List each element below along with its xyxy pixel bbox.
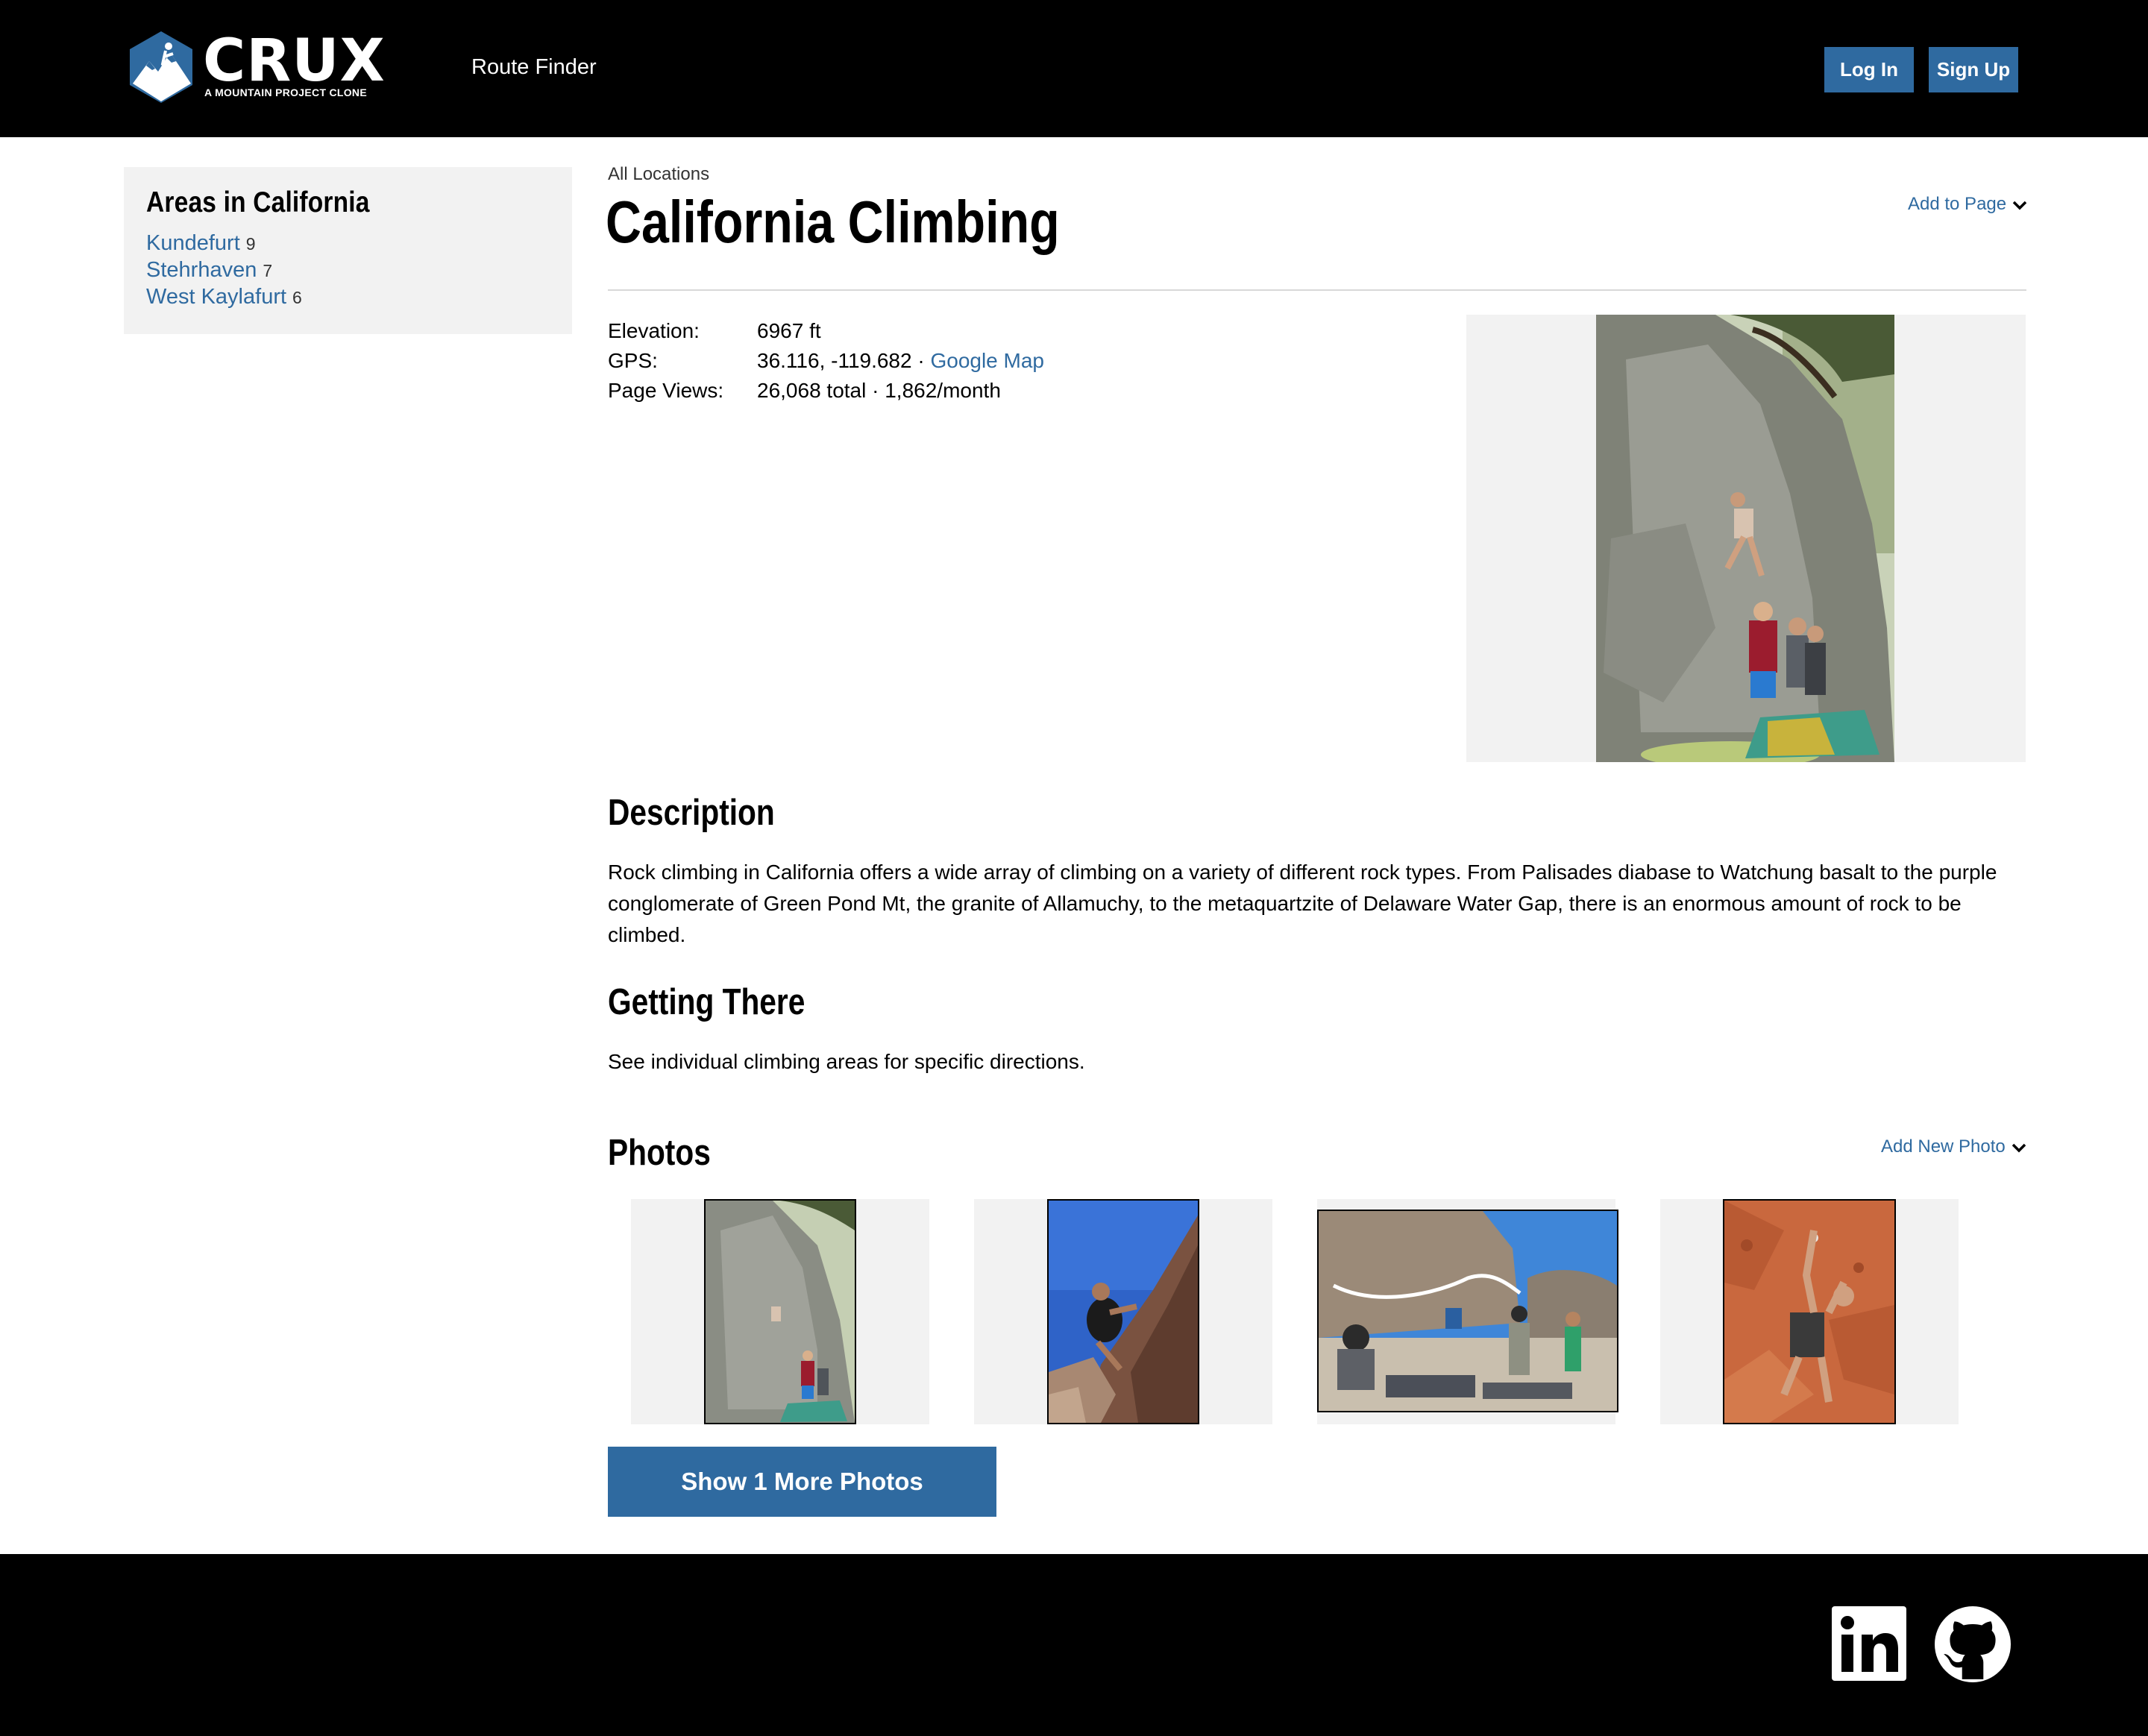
photos-heading: Photos bbox=[608, 1133, 711, 1173]
photo-thumbnail[interactable] bbox=[1047, 1199, 1199, 1424]
area-list-item: West Kaylafurt 6 bbox=[146, 283, 550, 310]
area-route-count: 7 bbox=[263, 261, 273, 280]
github-icon[interactable] bbox=[1935, 1606, 2011, 1682]
area-link-west-kaylafurt[interactable]: West Kaylafurt bbox=[146, 285, 286, 309]
signup-button[interactable]: Sign Up bbox=[1929, 47, 2018, 92]
photo-thumbnail-frame bbox=[1660, 1199, 1959, 1424]
logo-wordmark: CRUX bbox=[203, 28, 386, 95]
page-views-value: 26,068 total · 1,862/month bbox=[757, 379, 1001, 402]
gps-label: GPS: bbox=[608, 349, 658, 372]
gps-row: GPS: 36.116, -119.682 · Google Map bbox=[608, 346, 1044, 376]
boulder-climbers-thumbnail bbox=[706, 1201, 855, 1423]
hero-photo[interactable] bbox=[1596, 315, 1894, 762]
hero-photo-frame bbox=[1466, 315, 2026, 762]
climber-blue-sky-thumbnail bbox=[1049, 1201, 1198, 1423]
page-views-label: Page Views: bbox=[608, 379, 724, 402]
chevron-down-icon bbox=[2012, 201, 2027, 210]
sidebar-title: Areas in California bbox=[146, 186, 370, 218]
description-text: Rock climbing in California offers a wid… bbox=[608, 861, 1997, 946]
add-new-photo-label: Add New Photo bbox=[1881, 1136, 2006, 1157]
logo-tagline: A MOUNTAIN PROJECT CLONE bbox=[204, 87, 367, 98]
description-heading: Description bbox=[608, 793, 775, 833]
photo-thumbnail[interactable] bbox=[1723, 1199, 1896, 1424]
route-finder-link[interactable]: Route Finder bbox=[471, 55, 597, 80]
areas-sidebar: Areas in California Kundefurt 9 Stehrhave… bbox=[124, 167, 572, 334]
elevation-label: Elevation: bbox=[608, 319, 700, 342]
mountain-hexagon-icon bbox=[130, 31, 192, 103]
page-views-row: Page Views: 26,068 total · 1,862/month bbox=[608, 376, 1044, 406]
login-button[interactable]: Log In bbox=[1824, 47, 1914, 92]
photo-thumbnail-frame bbox=[1317, 1199, 1618, 1424]
area-list-item: Stehrhaven 7 bbox=[146, 257, 550, 283]
area-route-count: 9 bbox=[245, 234, 256, 254]
add-to-page-label: Add to Page bbox=[1908, 194, 2007, 214]
page-title: California Climbing bbox=[606, 189, 1060, 255]
chevron-down-icon bbox=[2012, 1143, 2026, 1153]
bouldering-group-thumbnail bbox=[1319, 1211, 1617, 1411]
footer bbox=[0, 1554, 2148, 1736]
area-link-kundefurt[interactable]: Kundefurt bbox=[146, 231, 240, 255]
elevation-value: 6967 ft bbox=[757, 319, 821, 342]
breadcrumb-all-locations[interactable]: All Locations bbox=[608, 164, 709, 185]
area-link-stehrhaven[interactable]: Stehrhaven bbox=[146, 258, 257, 282]
getting-there-text: See individual climbing areas for specif… bbox=[608, 1050, 1085, 1073]
photo-thumbnail-frame bbox=[974, 1199, 1272, 1424]
getting-there-heading: Getting There bbox=[608, 982, 806, 1022]
elevation-row: Elevation: 6967 ft bbox=[608, 316, 1044, 346]
area-route-count: 6 bbox=[292, 288, 302, 307]
gps-value: 36.116, -119.682 · bbox=[757, 349, 931, 372]
photo-thumbnail[interactable] bbox=[1317, 1210, 1618, 1412]
area-list-item: Kundefurt 9 bbox=[146, 230, 550, 257]
photo-thumbnail[interactable] bbox=[704, 1199, 856, 1424]
red-rock-climber-thumbnail bbox=[1724, 1201, 1894, 1423]
top-navbar: CRUX A MOUNTAIN PROJECT CLONE Route Find… bbox=[0, 0, 2148, 137]
add-to-page-dropdown[interactable]: Add to Page bbox=[1908, 194, 2027, 215]
photo-thumbnail-frame bbox=[631, 1199, 929, 1424]
add-new-photo-dropdown[interactable]: Add New Photo bbox=[1881, 1136, 2026, 1157]
title-divider bbox=[608, 289, 2026, 291]
show-more-photos-button[interactable]: Show 1 More Photos bbox=[608, 1447, 996, 1517]
linkedin-icon[interactable] bbox=[1832, 1606, 1906, 1681]
boulder-climbing-photo bbox=[1596, 315, 1894, 762]
crux-logo[interactable]: CRUX A MOUNTAIN PROJECT CLONE bbox=[127, 28, 385, 104]
area-info-table: Elevation: 6967 ft GPS: 36.116, -119.682 ·… bbox=[608, 316, 1044, 406]
google-map-link[interactable]: Google Map bbox=[930, 349, 1044, 372]
